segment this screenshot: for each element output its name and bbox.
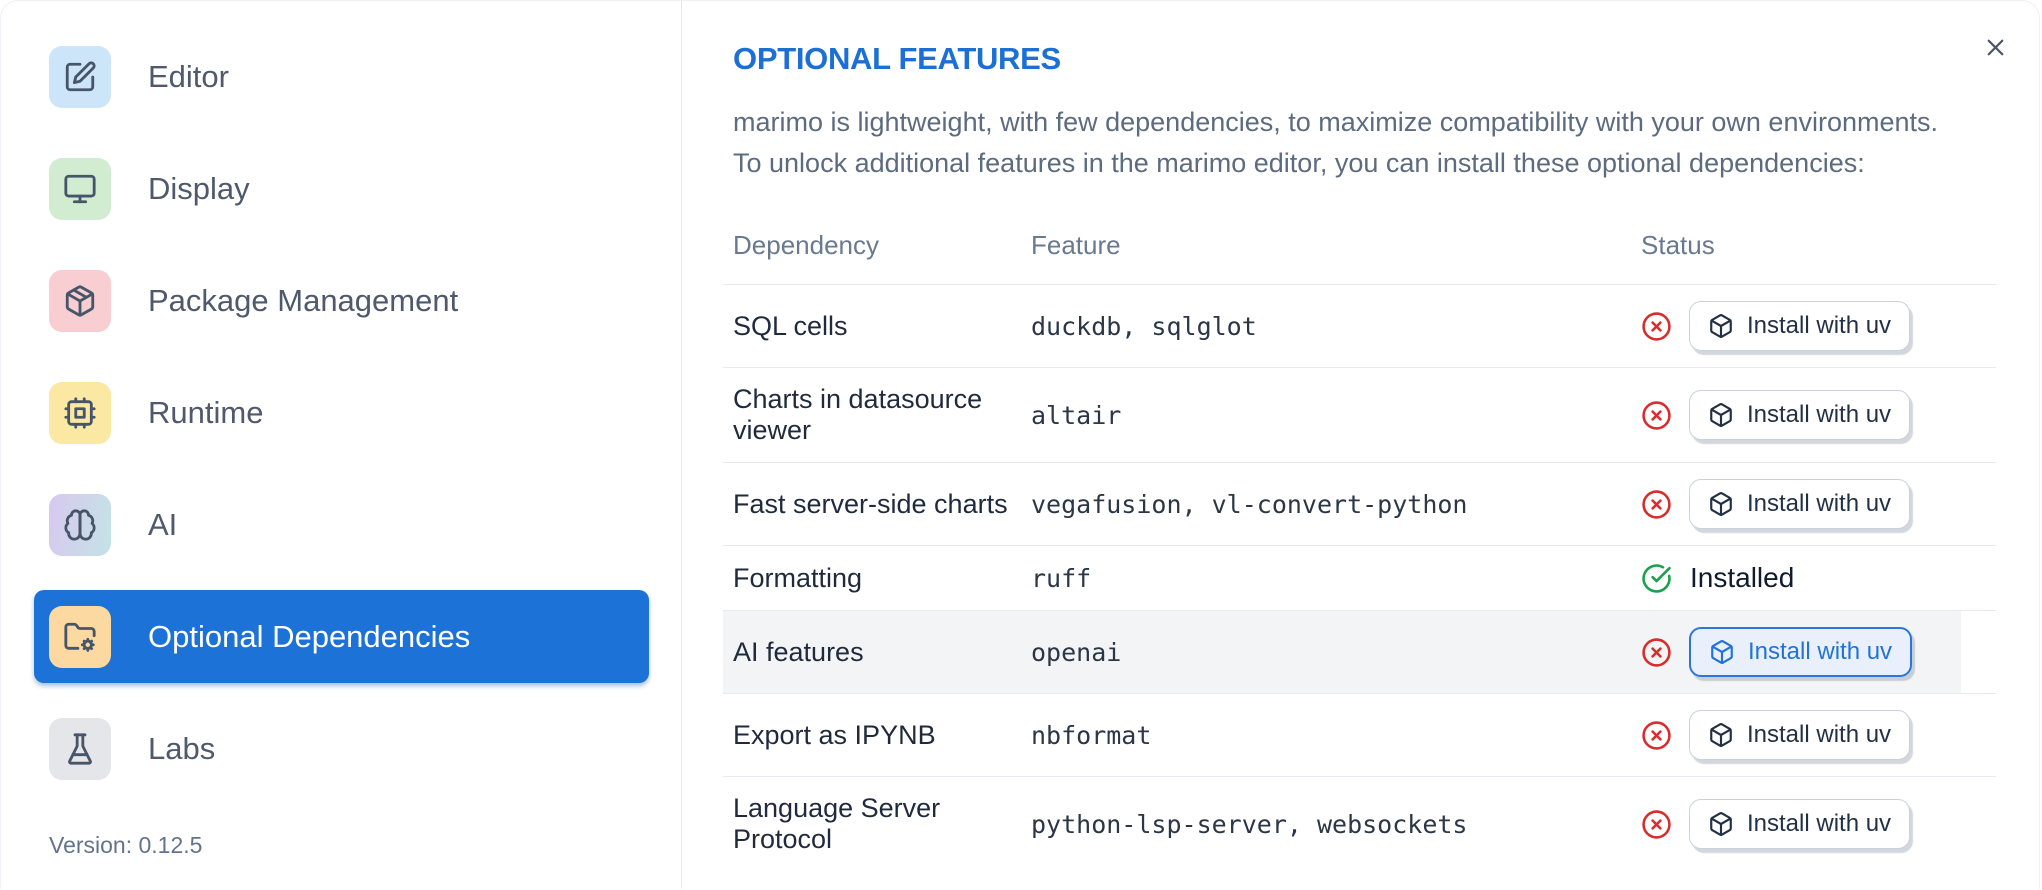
sidebar-item-label: Optional Dependencies <box>148 618 471 654</box>
status-cell: Install with uv <box>1631 799 1996 849</box>
table-row-sql-cells: SQL cells duckdb, sqlglot Install with uv <box>723 285 1996 368</box>
install-with-uv-button[interactable]: Install with uv <box>1689 710 1911 760</box>
package-icon <box>49 269 111 332</box>
table-row-fast-server-side-charts: Fast server-side charts vegafusion, vl-co… <box>723 463 1996 546</box>
dependency-cell: Fast server-side charts <box>733 488 1008 519</box>
table-row-formatting: Formatting ruff Installed <box>723 546 1996 611</box>
feature-cell: nbformat <box>1031 720 1152 750</box>
sidebar-item-runtime[interactable]: Runtime <box>34 366 649 459</box>
table-row-language-server-protocol: Language Server Protocol python-lsp-serve… <box>723 777 1996 871</box>
dependencies-table: Dependency Feature Status SQL cells duckd… <box>723 206 1996 871</box>
settings-dialog: Editor Display Package Management Runtime AI… <box>0 0 2040 889</box>
dependency-cell: Language Server Protocol <box>733 793 941 854</box>
feature-cell: vegafusion, vl-convert-python <box>1031 489 1468 519</box>
dependency-cell: Charts in datasource viewer <box>733 384 983 445</box>
install-button-label: Install with uv <box>1748 638 1893 665</box>
column-header-feature: Feature <box>1031 229 1121 260</box>
box-icon <box>1708 491 1734 517</box>
sidebar-item-label: AI <box>148 506 178 542</box>
status-cell: Install with uv <box>1631 390 1996 440</box>
feature-cell: ruff <box>1031 563 1092 593</box>
install-button-label: Install with uv <box>1747 810 1892 837</box>
brain-icon <box>49 493 111 556</box>
circle-x-icon <box>1641 809 1672 840</box>
table-row-charts-in-datasource-viewer: Charts in datasource viewer altair Install… <box>723 368 1996 463</box>
install-button-label: Install with uv <box>1747 721 1892 748</box>
dependency-cell: AI features <box>733 636 864 667</box>
sidebar-item-label: Runtime <box>148 394 264 430</box>
circle-x-icon <box>1641 311 1672 342</box>
sidebar-item-labs[interactable]: Labs <box>34 702 649 795</box>
sidebar-item-package-management[interactable]: Package Management <box>34 254 649 347</box>
status-cell: Install with uv <box>1631 710 1996 760</box>
column-header-dependency: Dependency <box>733 229 879 260</box>
box-icon <box>1708 313 1734 339</box>
box-icon <box>1708 811 1734 837</box>
dependency-cell: Export as IPYNB <box>733 719 936 750</box>
sidebar-item-label: Package Management <box>148 282 459 318</box>
feature-cell: openai <box>1031 637 1122 667</box>
feature-cell: altair <box>1031 400 1122 430</box>
install-with-uv-button[interactable]: Install with uv <box>1689 799 1911 849</box>
description-line-1: marimo is lightweight, with few dependen… <box>733 107 1939 137</box>
monitor-icon <box>49 157 111 220</box>
circle-x-icon <box>1641 637 1672 668</box>
box-icon <box>1708 722 1734 748</box>
box-icon <box>1709 639 1735 665</box>
sidebar-item-optional-dependencies[interactable]: Optional Dependencies <box>34 590 649 683</box>
table-row-ai-features: AI features openai Install with uv <box>723 611 1996 694</box>
folder-gear-icon <box>49 605 111 668</box>
table-body: SQL cells duckdb, sqlglot Install with uv C… <box>723 285 1996 871</box>
page-title: OPTIONAL FEATURES <box>733 41 1061 76</box>
sidebar-item-ai[interactable]: AI <box>34 478 649 571</box>
edit-icon <box>49 45 111 108</box>
dependency-cell: Formatting <box>733 562 863 593</box>
settings-sidebar: Editor Display Package Management Runtime AI… <box>1 1 682 889</box>
flask-icon <box>49 717 111 780</box>
circle-x-icon <box>1641 489 1672 520</box>
feature-cell: duckdb, sqlglot <box>1031 311 1257 341</box>
column-header-status: Status <box>1641 229 1715 260</box>
circle-check-icon <box>1641 563 1672 594</box>
panel-description: marimo is lightweight, with few dependen… <box>733 102 2039 184</box>
status-cell: Install with uv <box>1631 479 1996 529</box>
status-cell: Installed <box>1631 562 1996 594</box>
table-header-row: Dependency Feature Status <box>723 206 1996 285</box>
sidebar-item-label: Editor <box>148 58 229 94</box>
feature-cell: python-lsp-server, websockets <box>1031 809 1468 839</box>
sidebar-nav: Editor Display Package Management Runtime AI… <box>34 30 681 795</box>
install-with-uv-button[interactable]: Install with uv <box>1689 627 1913 677</box>
status-cell: Install with uv <box>1631 301 1996 351</box>
box-icon <box>1708 402 1734 428</box>
sidebar-item-label: Display <box>148 170 250 206</box>
cpu-icon <box>49 381 111 444</box>
sidebar-item-label: Labs <box>148 730 216 766</box>
install-button-label: Install with uv <box>1747 490 1892 517</box>
install-with-uv-button[interactable]: Install with uv <box>1689 479 1911 529</box>
sidebar-item-display[interactable]: Display <box>34 142 649 235</box>
dependency-cell: SQL cells <box>733 310 848 341</box>
circle-x-icon <box>1641 400 1672 431</box>
install-with-uv-button[interactable]: Install with uv <box>1689 301 1911 351</box>
sidebar-item-editor[interactable]: Editor <box>34 30 649 123</box>
install-button-label: Install with uv <box>1747 401 1892 428</box>
install-button-label: Install with uv <box>1747 312 1892 339</box>
description-line-2: To unlock additional features in the mar… <box>733 148 1865 178</box>
install-with-uv-button[interactable]: Install with uv <box>1689 390 1911 440</box>
table-row-export-as-ipynb: Export as IPYNB nbformat Install with uv <box>723 694 1996 777</box>
installed-status-label: Installed <box>1690 562 1795 593</box>
version-label: Version: 0.12.5 <box>49 832 203 858</box>
status-cell: Install with uv <box>1631 627 1996 677</box>
circle-x-icon <box>1641 720 1672 751</box>
optional-features-panel: OPTIONAL FEATURES marimo is lightweight,… <box>683 1 2039 889</box>
